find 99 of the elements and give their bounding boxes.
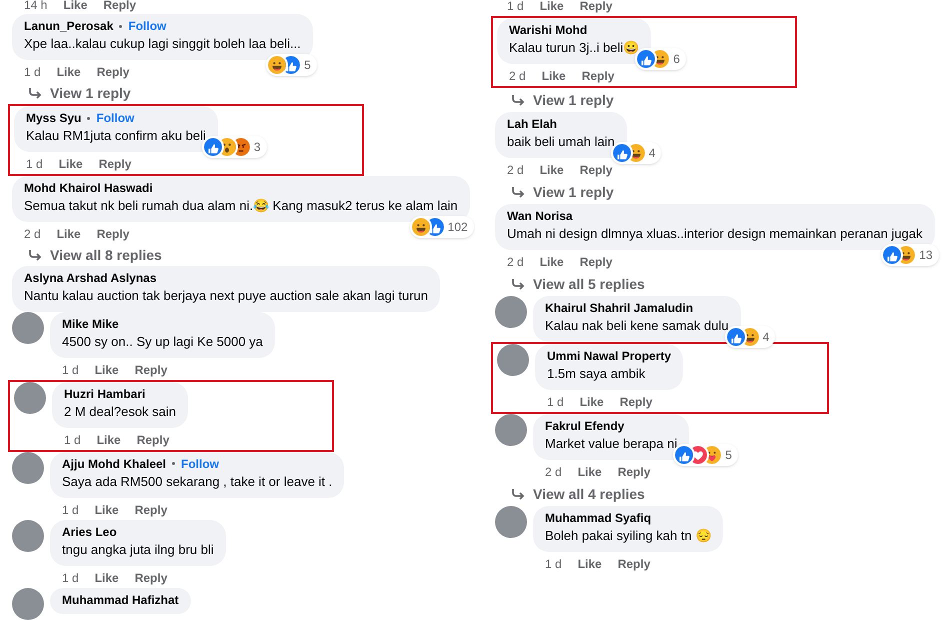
commenter-name[interactable]: Khairul Shahril Jamaludin [545,300,694,316]
avatar[interactable] [495,414,527,446]
reply-link[interactable]: Reply [136,430,170,449]
view-replies-link[interactable]: View all 8 replies [12,244,475,266]
like-link[interactable]: Like [56,225,81,244]
like-link[interactable]: Like [63,0,88,14]
reply-link[interactable]: Reply [96,225,130,244]
comment-text: 2 M deal?esok sain [64,402,176,421]
comment-time: 1 d [24,64,41,82]
reply-link[interactable]: Reply [618,555,650,573]
follow-link[interactable]: Follow [181,456,220,472]
reply-link[interactable]: Reply [134,360,168,379]
avatar[interactable] [14,382,46,414]
comment-text: Umah ni design dlmnya xluas..interior design memainkan peranan jugak [507,225,923,243]
comment-time: 1 d [26,156,43,174]
comment-time: 1 d [547,394,564,411]
reply-link[interactable]: Reply [582,67,614,85]
commenter-name[interactable]: Warishi Mohd [509,22,588,38]
like-link[interactable]: Like [578,463,602,481]
comment-time: 2 d [24,226,41,244]
avatar[interactable] [497,344,529,376]
comment-text: Nantu kalau auction tak berjaya next puye auction sale akan lagi turun [24,286,428,305]
commenter-name[interactable]: Lah Elah [507,116,558,132]
reply-arrow-icon [511,278,525,290]
reply-arrow-icon [511,488,525,500]
comment-time: 1 d [62,362,79,379]
commenter-name[interactable]: Ajju Mohd Khaleel [62,456,166,472]
avatar[interactable] [12,312,44,344]
reaction-summary[interactable]: 13 [881,244,939,266]
commenter-name[interactable]: Myss Syu [26,110,82,126]
comment-text: Xpe laa..kalau cukup lagi singgit boleh laa beli... [24,35,301,54]
comment-text: Semua takut nk beli rumah dua alam ni.😂 Kang masuk2 terus ke alam lain [24,197,458,216]
like-link[interactable]: Like [540,0,564,15]
comment-time: 1 d [62,570,79,587]
reaction-summary[interactable]: 4 [610,142,662,164]
comment-text: Boleh pakai syiling kah tn 😔 [545,527,712,545]
commenter-name[interactable]: Muhammad Hafizhat [62,592,179,608]
like-link[interactable]: Like [580,393,604,411]
comment-time: 1 d [62,502,79,519]
commenter-name[interactable]: Ummi Nawal Property [547,348,672,364]
reply-link[interactable]: Reply [96,63,130,82]
view-replies-link[interactable]: View all 5 replies [495,272,950,296]
avatar[interactable] [12,452,44,484]
comment-time: 2 d [545,464,562,481]
view-replies-link[interactable]: View 1 reply [495,180,950,204]
view-replies-link[interactable]: View 1 reply [495,88,950,112]
like-link[interactable]: Like [56,63,81,82]
commenter-name[interactable]: Muhammad Syafiq [545,510,652,526]
commenter-name[interactable]: Mohd Khairol Haswadi [24,180,153,196]
comment-time: 1 d [64,432,81,449]
avatar[interactable] [12,588,44,620]
reply-link[interactable]: Reply [580,0,612,15]
reply-link[interactable]: Reply [580,161,612,179]
like-link[interactable]: Like [94,568,119,587]
like-link[interactable]: Like [578,555,602,573]
reply-arrow-icon [28,87,42,100]
commenter-name[interactable]: Lanun_Perosak [24,18,114,34]
reply-link[interactable]: Reply [580,253,612,271]
like-link[interactable]: Like [540,161,564,179]
like-link[interactable]: Like [542,67,566,85]
comment-time: 2 d [507,162,524,179]
reply-link[interactable]: Reply [103,0,136,14]
reaction-summary[interactable]: 102 [410,216,474,238]
reply-arrow-icon [511,186,525,198]
reaction-summary[interactable]: 5 [266,54,317,76]
like-link[interactable]: Like [58,155,83,174]
like-link[interactable]: Like [96,430,121,449]
commenter-name[interactable]: Huzri Hambari [64,386,146,402]
reply-link[interactable]: Reply [134,568,168,587]
commenter-name[interactable]: Wan Norisa [507,208,573,224]
like-link[interactable]: Like [94,360,119,379]
reply-link[interactable]: Reply [618,463,650,481]
reply-arrow-icon [511,94,525,106]
comment-time: 1 d [507,0,524,15]
comment-time: 2 d [507,254,524,271]
comment-time: 14 h [24,0,48,14]
avatar[interactable] [495,506,527,538]
commenter-name[interactable]: Aslyna Arshad Aslynas [24,270,156,286]
comment-text: Saya ada RM500 sekarang , take it or leave it . [62,472,332,491]
like-link[interactable]: Like [94,500,119,519]
comment-time: 1 d [545,556,562,573]
reply-link[interactable]: Reply [620,393,652,411]
reply-arrow-icon [28,249,42,262]
view-replies-link[interactable]: View 1 reply [12,82,475,104]
reply-link[interactable]: Reply [134,500,168,519]
commenter-name[interactable]: Fakrul Efendy [545,418,624,434]
commenter-name[interactable]: Aries Leo [62,524,117,540]
like-link[interactable]: Like [540,253,564,271]
comment-text: 1.5m saya ambik [547,365,646,383]
comment-time: 2 d [509,68,526,85]
avatar[interactable] [495,296,527,328]
follow-link[interactable]: Follow [128,18,166,34]
avatar[interactable] [12,520,44,552]
reply-link[interactable]: Reply [98,155,132,174]
follow-link[interactable]: Follow [96,110,134,126]
comment-text: tngu angka juta ilng bru bli [62,540,214,559]
comment-text: 4500 sy on.. Sy up lagi Ke 5000 ya [62,332,263,351]
commenter-name[interactable]: Mike Mike [62,316,119,332]
view-replies-link[interactable]: View all 4 replies [495,482,950,506]
